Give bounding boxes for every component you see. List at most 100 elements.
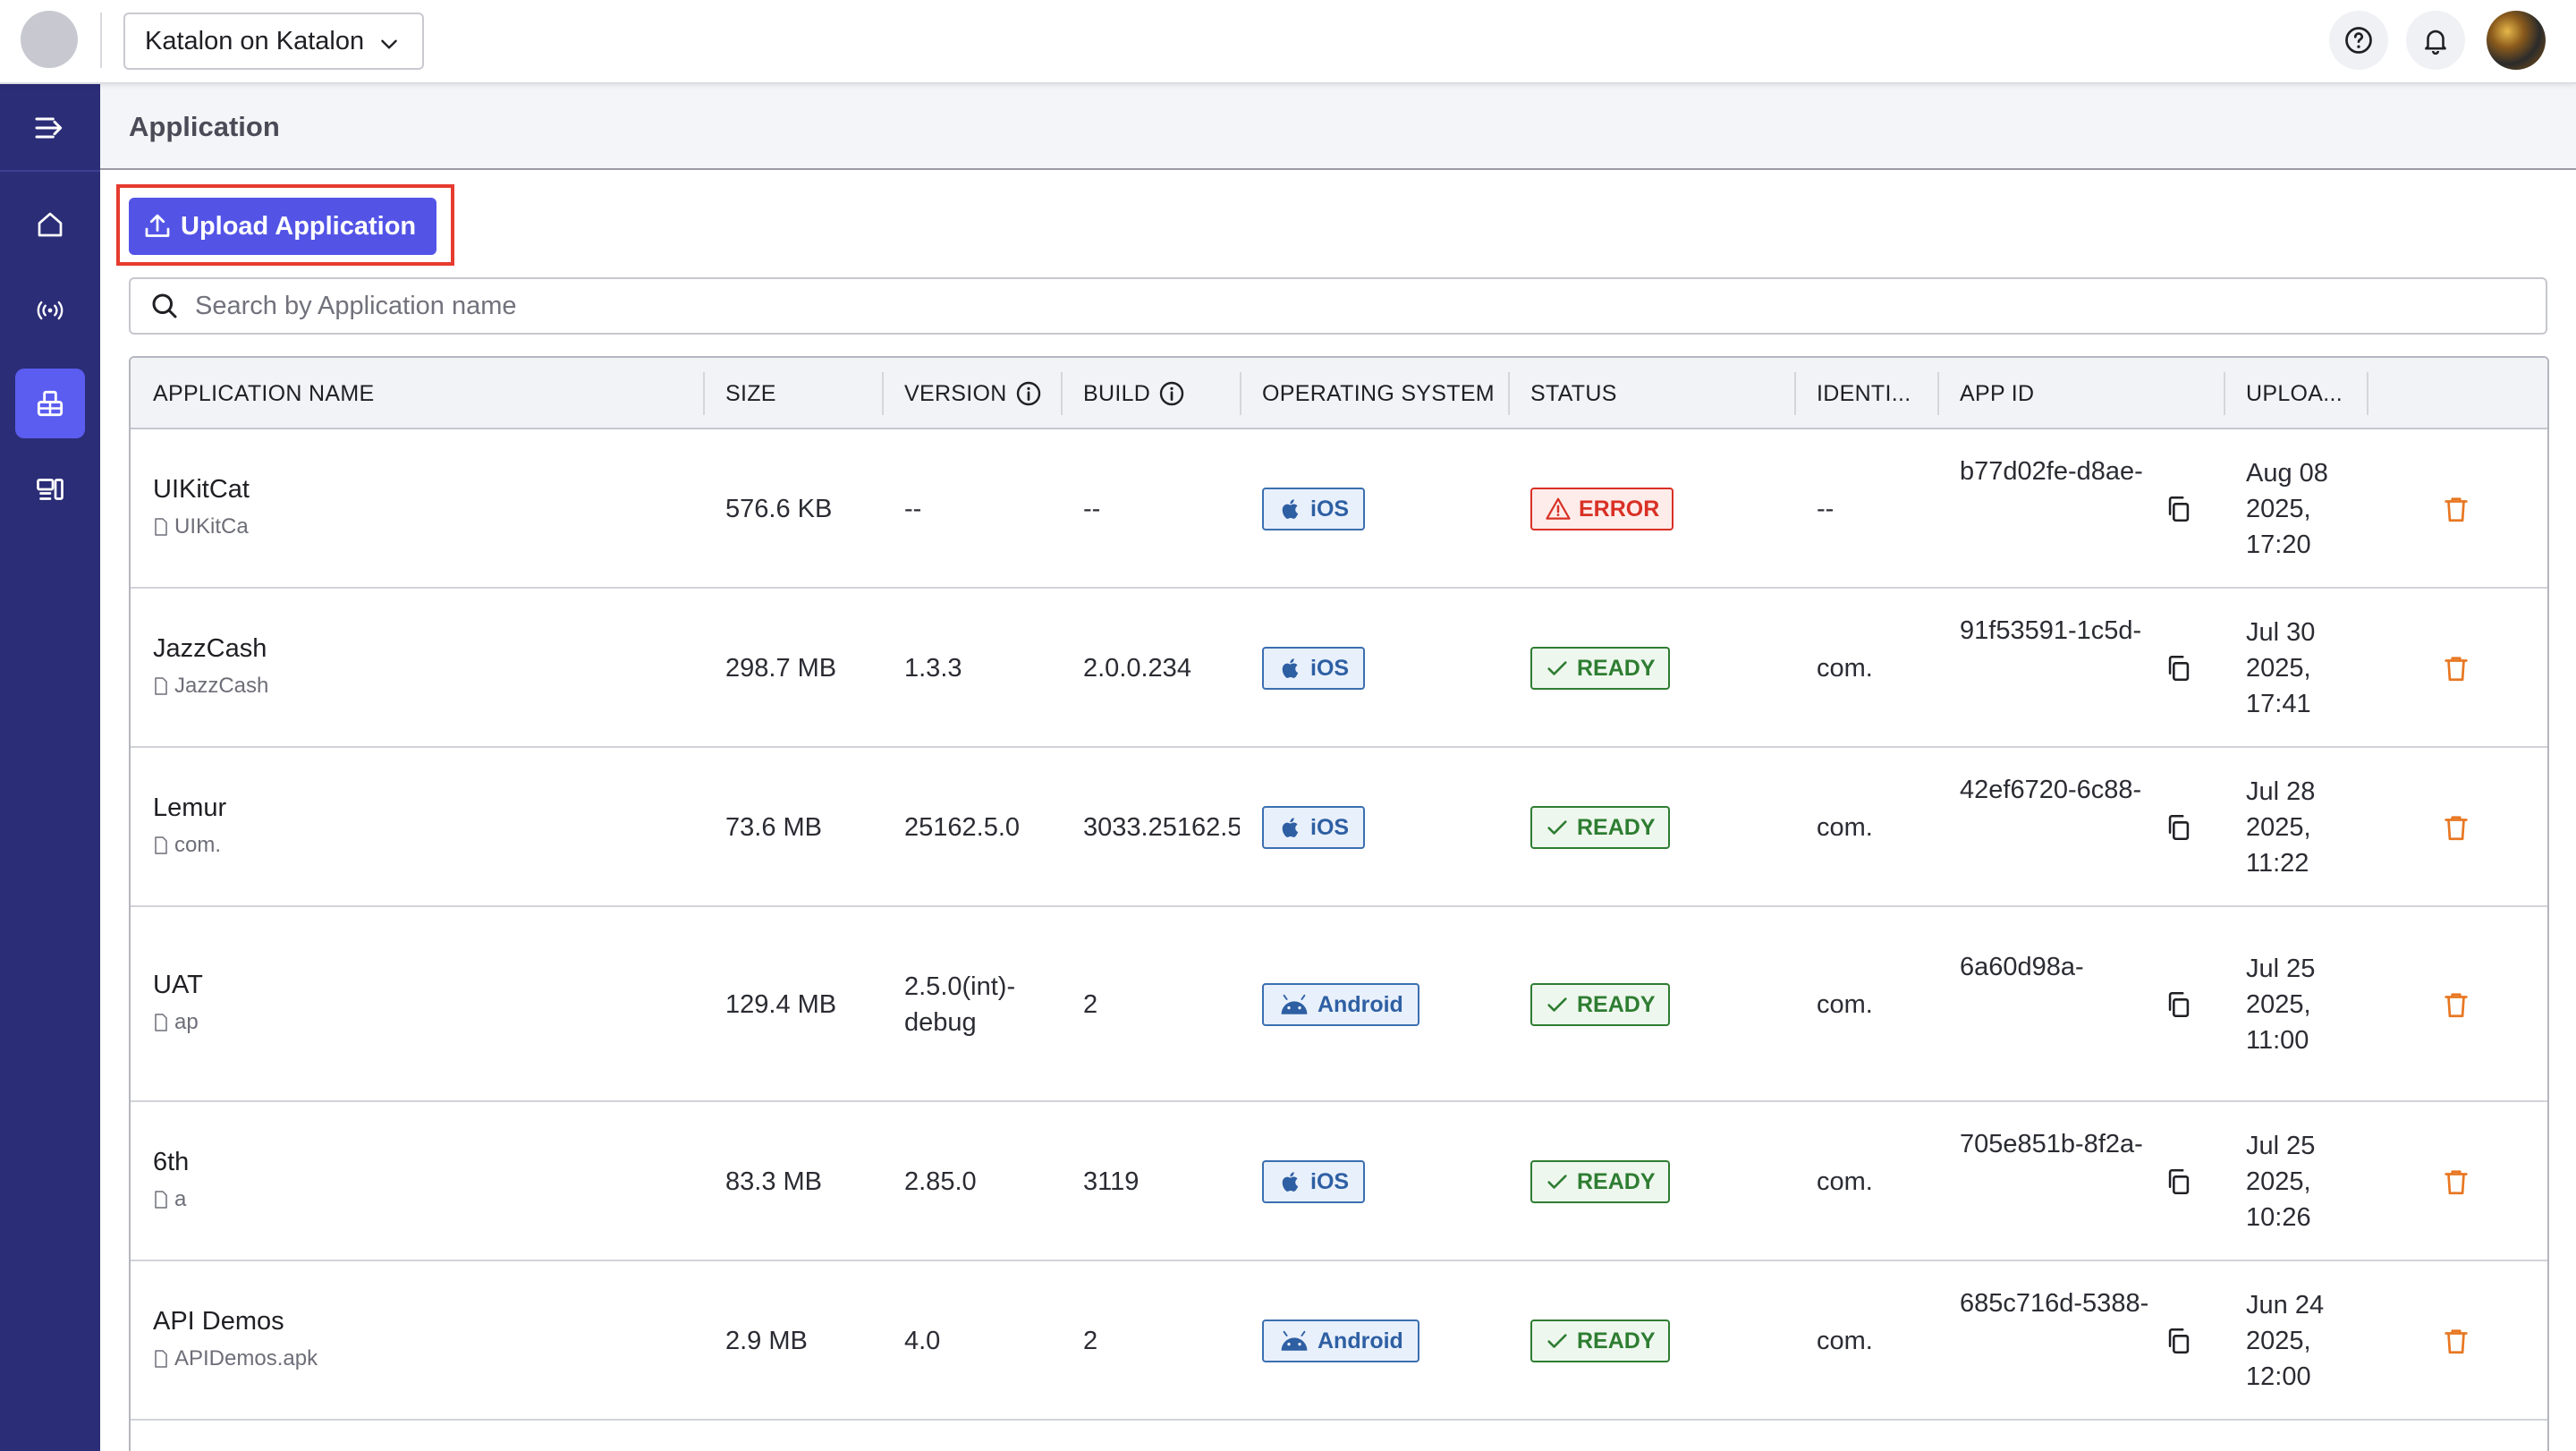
apple-icon [1282,1172,1299,1192]
app-file-name: JazzCash [174,674,269,698]
sidebar-divider [0,170,100,172]
version-cell: 25162.5.0 [904,810,1020,845]
os-label: iOS [1310,496,1350,522]
column-resizer[interactable] [703,372,705,415]
table-row[interactable]: UIKitCat UIKitCa 576.6 KB -- -- iOS ERROR -- b77… [131,429,2547,589]
column-header-build[interactable]: BUILD [1083,358,1186,429]
delete-button[interactable] [2440,988,2472,1022]
version-value: -- [904,495,922,523]
trash-icon [2445,993,2468,1018]
copy-app-id-button[interactable] [2163,811,2195,844]
copy-app-id-button[interactable] [2163,989,2195,1021]
delete-button[interactable] [2440,492,2472,526]
trash-icon [2445,657,2468,682]
table-row[interactable]: JazzCash JazzCash 298.7 MB 1.3.3 2.0.0.234 iO… [131,589,2547,748]
delete-button[interactable] [2440,1165,2472,1199]
apple-icon [1282,658,1299,678]
status-badge: READY [1530,1319,1670,1362]
upload-date: Jul 30 [2246,618,2316,647]
table-row[interactable]: API Demos APIDemos.apk 2.9 MB 4.0 2 Android RE… [131,1261,2547,1421]
check-icon [1547,1334,1567,1348]
size-cell: 576.6 KB [725,495,833,523]
copy-app-id-button[interactable] [2163,652,2195,684]
os-label: Android [1318,991,1403,1017]
upload-application-button[interactable]: Upload Application [129,198,436,255]
sidebar-item-test-cloud[interactable] [15,276,85,345]
help-button[interactable] [2329,11,2388,70]
delete-button[interactable] [2440,810,2472,844]
notifications-button[interactable] [2406,11,2465,70]
warning-icon [1546,497,1571,520]
delete-button[interactable] [2440,651,2472,685]
os-label: iOS [1310,1168,1350,1194]
version-cell: 2.85.0 [904,1164,977,1200]
app-name[interactable]: Lemur [153,790,226,826]
column-header-app-id[interactable]: APP ID [1960,358,2034,429]
column-header-uploaded[interactable]: UPLOA... [2246,358,2343,429]
column-header-status[interactable]: STATUS [1530,358,1617,429]
version-cell: 4.0 [904,1323,940,1359]
column-header-version[interactable]: VERSION [904,358,1043,429]
version-value: 2.5.0(int)- [904,972,1016,1001]
upload-icon [145,214,170,237]
app-file-name: a [174,1187,187,1211]
sidebar-item-home[interactable] [15,190,85,259]
size-cell: 83.3 MB [725,1167,822,1196]
info-icon[interactable] [1014,379,1043,408]
column-resizer[interactable] [1508,372,1510,415]
app-id-cell: 685c716d-5388- [1960,1289,2149,1318]
column-resizer[interactable] [2367,372,2368,415]
identifier-cell: com. [1817,1167,1873,1196]
app-name[interactable]: UIKitCat [153,471,250,507]
copy-app-id-button[interactable] [2163,493,2195,525]
project-selector[interactable]: Katalon on Katalon [123,13,424,70]
upload-date: Jul 25 [2246,955,2316,983]
column-header-os[interactable]: OPERATING SYSTEM [1262,358,1495,429]
status-badge: READY [1530,1160,1670,1203]
delete-button[interactable] [2440,1324,2472,1358]
column-resizer[interactable] [1061,372,1063,415]
app-name[interactable]: UAT [153,967,203,1003]
upload-date: Jul 28 [2246,777,2316,806]
organization-avatar[interactable] [21,11,78,68]
app-name[interactable]: API Demos [153,1303,318,1339]
os-badge: Android [1262,983,1419,1026]
column-resizer[interactable] [2224,372,2225,415]
build-cell: 3033.25162.5 [1083,813,1240,842]
table-row[interactable]: UAT ap 129.4 MB 2.5.0(int)- debug 2 Android REA… [131,907,2547,1102]
copy-app-id-button[interactable] [2163,1325,2195,1357]
column-resizer[interactable] [882,372,884,415]
sidebar-item-devices[interactable] [15,454,85,524]
upload-date: Jul 25 [2246,1132,2316,1160]
table-row[interactable]: 6th a 83.3 MB 2.85.0 3119 iOS READY com. 705e851… [131,1102,2547,1261]
table-row[interactable]: Lemur com. 73.6 MB 25162.5.0 3033.25162.5 iOS… [131,748,2547,907]
info-icon[interactable] [1157,379,1186,408]
collapse-menu-icon [35,117,63,139]
uploaded-cell: Jun 24 2025, 12:00 [2246,1287,2324,1395]
status-badge: READY [1530,647,1670,690]
copy-app-id-button[interactable] [2163,1166,2195,1198]
android-icon [1281,1330,1308,1351]
copy-icon [2168,1168,2190,1195]
copy-icon [2168,496,2190,522]
column-resizer[interactable] [1794,372,1796,415]
column-header-name[interactable]: APPLICATION NAME [153,358,374,429]
check-icon [1547,661,1567,675]
user-avatar[interactable] [2487,11,2546,70]
search-input[interactable] [195,291,2342,321]
column-header-size[interactable]: SIZE [725,358,776,429]
file-icon [155,518,167,536]
sidebar-item-app-repository[interactable] [15,369,85,438]
app-name[interactable]: 6th [153,1144,189,1180]
app-name[interactable]: JazzCash [153,631,268,666]
column-header-identifier[interactable]: IDENTI... [1817,358,1911,429]
collapse-menu-button[interactable] [15,93,85,163]
uploaded-cell: Aug 08 2025, 17:20 [2246,455,2328,563]
os-badge: iOS [1262,806,1366,849]
upload-date: Jun 24 [2246,1291,2325,1319]
column-resizer[interactable] [1240,372,1241,415]
uploaded-cell: Jul 25 2025, 10:26 [2246,1128,2315,1235]
column-resizer[interactable] [1937,372,1939,415]
status-badge: ERROR [1530,488,1674,530]
chevron-down-icon [381,39,397,49]
